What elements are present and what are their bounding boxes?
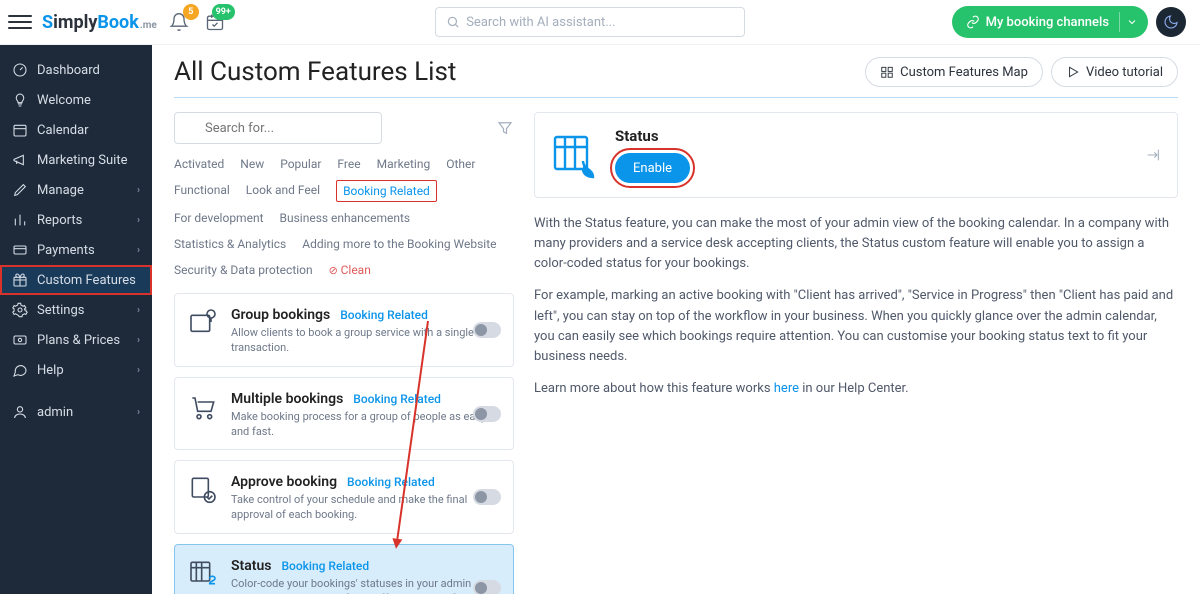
feature-card-group-bookings[interactable]: Group bookings Booking Related Allow cli…	[174, 293, 514, 367]
card-icon	[12, 242, 28, 258]
cart-icon	[187, 388, 219, 424]
features-search-input[interactable]	[174, 112, 382, 144]
detail-paragraph: Learn more about how this feature works …	[534, 379, 1178, 399]
filter-icon[interactable]	[496, 119, 514, 137]
ai-search-placeholder: Search with AI assistant...	[466, 15, 615, 30]
tag-for-development[interactable]: For development	[174, 208, 264, 228]
feature-toggle[interactable]	[473, 406, 501, 422]
chat-icon	[12, 362, 28, 378]
sidebar-item-help[interactable]: Help›	[0, 355, 152, 385]
main-content: All Custom Features List Custom Features…	[152, 45, 1200, 594]
feature-detail-body: With the Status feature, you can make th…	[534, 214, 1178, 399]
menu-toggle-icon[interactable]	[8, 10, 32, 34]
tag-stats[interactable]: Statistics & Analytics	[174, 234, 286, 254]
tag-clean[interactable]: Clean	[329, 260, 371, 281]
sidebar-item-calendar[interactable]: Calendar	[0, 115, 152, 145]
price-icon	[12, 332, 28, 348]
sidebar-item-admin[interactable]: admin›	[0, 397, 152, 427]
gear-icon	[12, 302, 28, 318]
feature-detail-title: Status	[615, 127, 690, 145]
global-ai-search[interactable]: Search with AI assistant...	[435, 7, 745, 37]
filter-tag-list: Activated New Popular Free Marketing Oth…	[174, 154, 514, 281]
gift-icon	[12, 272, 28, 288]
bulb-icon	[12, 92, 28, 108]
search-icon	[446, 15, 460, 29]
map-icon	[880, 65, 894, 79]
feature-card-status[interactable]: Status Booking Related Color-code your b…	[174, 544, 514, 594]
pencil-icon	[12, 182, 28, 198]
calendar-icon	[12, 122, 28, 138]
tag-free[interactable]: Free	[337, 154, 360, 174]
brand-logo[interactable]: SimplyBook.me	[42, 12, 157, 33]
enable-feature-button[interactable]: Enable	[615, 153, 690, 183]
expand-icon[interactable]	[1145, 147, 1161, 163]
feature-toggle[interactable]	[473, 580, 501, 594]
sidebar-item-welcome[interactable]: Welcome	[0, 85, 152, 115]
approve-icon	[187, 471, 219, 507]
sidebar-item-manage[interactable]: Manage›	[0, 175, 152, 205]
tag-other[interactable]: Other	[446, 154, 475, 174]
gauge-icon	[12, 62, 28, 78]
sidebar-item-dashboard[interactable]: Dashboard	[0, 55, 152, 85]
feature-toggle[interactable]	[473, 322, 501, 338]
tag-marketing[interactable]: Marketing	[377, 154, 431, 174]
sidebar-item-plans-prices[interactable]: Plans & Prices›	[0, 325, 152, 355]
my-booking-channels-button[interactable]: My booking channels	[952, 6, 1148, 38]
bell-badge: 5	[183, 4, 199, 20]
feature-detail-header: Status Enable	[534, 112, 1178, 198]
theme-toggle-button[interactable]	[1156, 7, 1186, 37]
tag-popular[interactable]: Popular	[280, 154, 321, 174]
chevron-down-icon	[1126, 16, 1138, 28]
feature-card-approve-booking[interactable]: Approve booking Booking Related Take con…	[174, 460, 514, 534]
link-icon	[966, 15, 980, 29]
page-title: All Custom Features List	[174, 57, 456, 87]
sidebar: Dashboard Welcome Calendar Marketing Sui…	[0, 45, 152, 594]
megaphone-icon	[12, 152, 28, 168]
sidebar-item-custom-features[interactable]: Custom Features	[0, 265, 152, 295]
video-tutorial-button[interactable]: Video tutorial	[1051, 57, 1178, 87]
play-icon	[1066, 65, 1080, 79]
notifications-bell-icon[interactable]: 5	[165, 8, 193, 36]
custom-features-map-button[interactable]: Custom Features Map	[865, 57, 1043, 87]
feature-toggle[interactable]	[473, 489, 501, 505]
tag-activated[interactable]: Activated	[174, 154, 224, 174]
sidebar-item-marketing-suite[interactable]: Marketing Suite	[0, 145, 152, 175]
sidebar-item-payments[interactable]: Payments›	[0, 235, 152, 265]
tag-functional[interactable]: Functional	[174, 180, 230, 202]
sidebar-item-reports[interactable]: Reports›	[0, 205, 152, 235]
bars-icon	[12, 212, 28, 228]
group-icon	[187, 304, 219, 340]
status-icon	[187, 555, 219, 591]
top-header: SimplyBook.me 5 99+ Search with AI assis…	[0, 0, 1200, 45]
detail-paragraph: For example, marking an active booking w…	[534, 286, 1178, 367]
calendar-badge: 99+	[212, 4, 235, 20]
tag-booking-related[interactable]: Booking Related	[336, 180, 437, 202]
feature-card-multiple-bookings[interactable]: Multiple bookings Booking Related Make b…	[174, 377, 514, 451]
tag-business-enh[interactable]: Business enhancements	[280, 208, 411, 228]
help-center-link[interactable]: here	[774, 381, 799, 396]
detail-paragraph: With the Status feature, you can make th…	[534, 214, 1178, 274]
moon-icon	[1163, 14, 1179, 30]
tag-look-feel[interactable]: Look and Feel	[246, 180, 320, 202]
tag-security[interactable]: Security & Data protection	[174, 260, 313, 281]
sidebar-item-settings[interactable]: Settings›	[0, 295, 152, 325]
header-calendar-icon[interactable]: 99+	[201, 8, 229, 36]
tag-adding-more[interactable]: Adding more to the Booking Website	[302, 234, 496, 254]
user-icon	[12, 404, 28, 420]
tag-new[interactable]: New	[240, 154, 264, 174]
status-large-icon	[551, 131, 599, 179]
